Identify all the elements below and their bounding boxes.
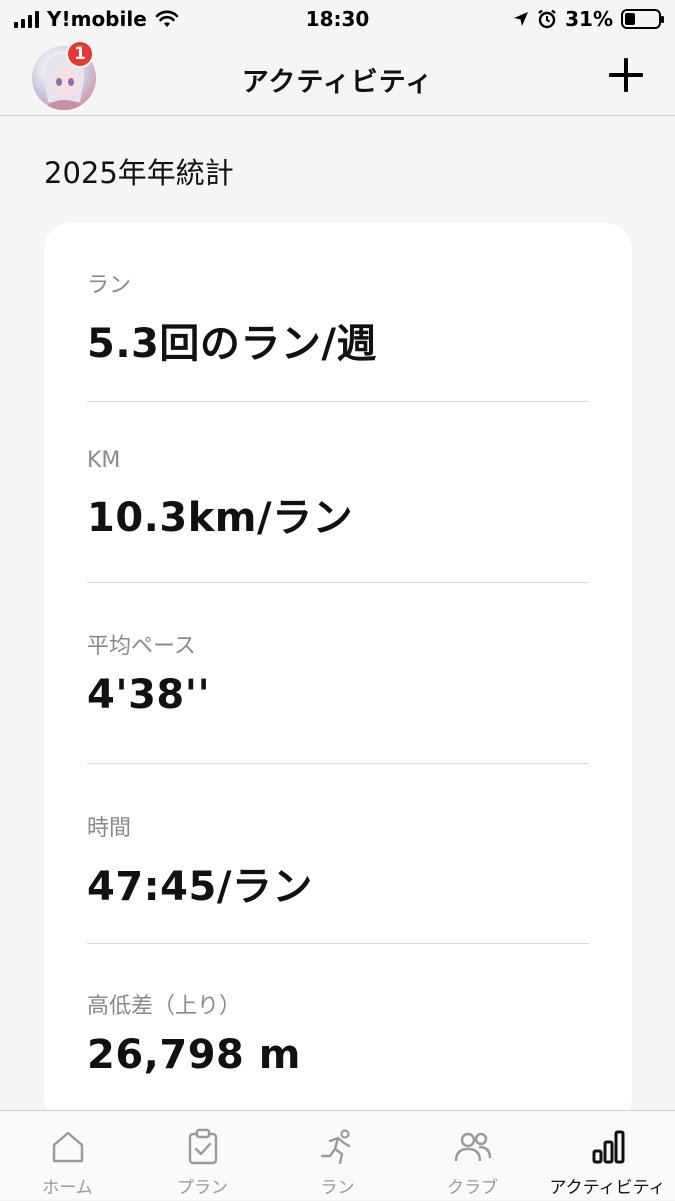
home-icon (52, 1131, 83, 1163)
tab-activity[interactable]: アクティビティ (540, 1111, 675, 1201)
stat-value: 47:45/ラン (87, 864, 313, 910)
stat-distance: KM 10.3km/ラン (87, 448, 589, 543)
nav-bar: 1 アクティビティ (0, 38, 675, 116)
stat-label: KM (87, 448, 121, 473)
tab-home[interactable]: ホーム (0, 1111, 135, 1201)
divider (87, 582, 589, 583)
stat-value: 26,798 m (87, 1032, 301, 1078)
runner-icon (320, 1129, 350, 1165)
divider (87, 943, 589, 944)
stat-pace: 平均ペース 4'38'' (87, 628, 589, 718)
stat-label: ラン (87, 273, 132, 298)
stat-value: 10.3km/ラン (87, 495, 354, 541)
battery-icon (621, 9, 664, 29)
tab-label: ラン (320, 1178, 355, 1198)
stat-runs: ラン 5.3回のラン/週 (87, 267, 589, 369)
tab-label: プラン (177, 1178, 228, 1198)
stat-elevation: 高低差（上り） 26,798 m (87, 988, 589, 1078)
stat-label: 時間 (87, 816, 132, 841)
tab-club[interactable]: クラブ (405, 1111, 540, 1201)
stat-value: 5.3回のラン/週 (87, 321, 377, 367)
battery-fill (625, 13, 635, 25)
tab-label: ホーム (42, 1178, 93, 1198)
alarm-icon (538, 9, 556, 29)
stats-card: ラン 5.3回のラン/週 KM 10.3km/ラン 平均ペース 4'38'' 時… (44, 223, 632, 1123)
location-arrow-icon (514, 12, 529, 26)
bar-chart-icon (592, 1130, 624, 1164)
add-button[interactable] (609, 58, 643, 92)
stat-label: 高低差（上り） (87, 994, 242, 1019)
tab-bar: ホーム プラン ラン クラブ アクティビティ (0, 1110, 675, 1200)
tab-label: クラブ (447, 1178, 498, 1198)
divider (87, 401, 589, 402)
page-title: アクティビティ (241, 67, 434, 98)
status-bar: Y!mobile 18:30 31% (0, 0, 675, 38)
status-right: 31% (513, 7, 664, 31)
divider (87, 763, 589, 764)
tab-label: アクティビティ (549, 1178, 666, 1198)
battery-percent: 31% (565, 7, 613, 31)
clipboard-check-icon (188, 1128, 217, 1165)
stat-label: 平均ペース (87, 634, 196, 659)
stat-value: 4'38'' (87, 672, 211, 718)
tab-run[interactable]: ラン (270, 1111, 405, 1201)
tab-plan[interactable]: プラン (135, 1111, 270, 1201)
people-icon (454, 1132, 491, 1162)
section-title: 2025年年統計 (44, 156, 234, 190)
stat-time: 時間 47:45/ラン (87, 810, 589, 912)
